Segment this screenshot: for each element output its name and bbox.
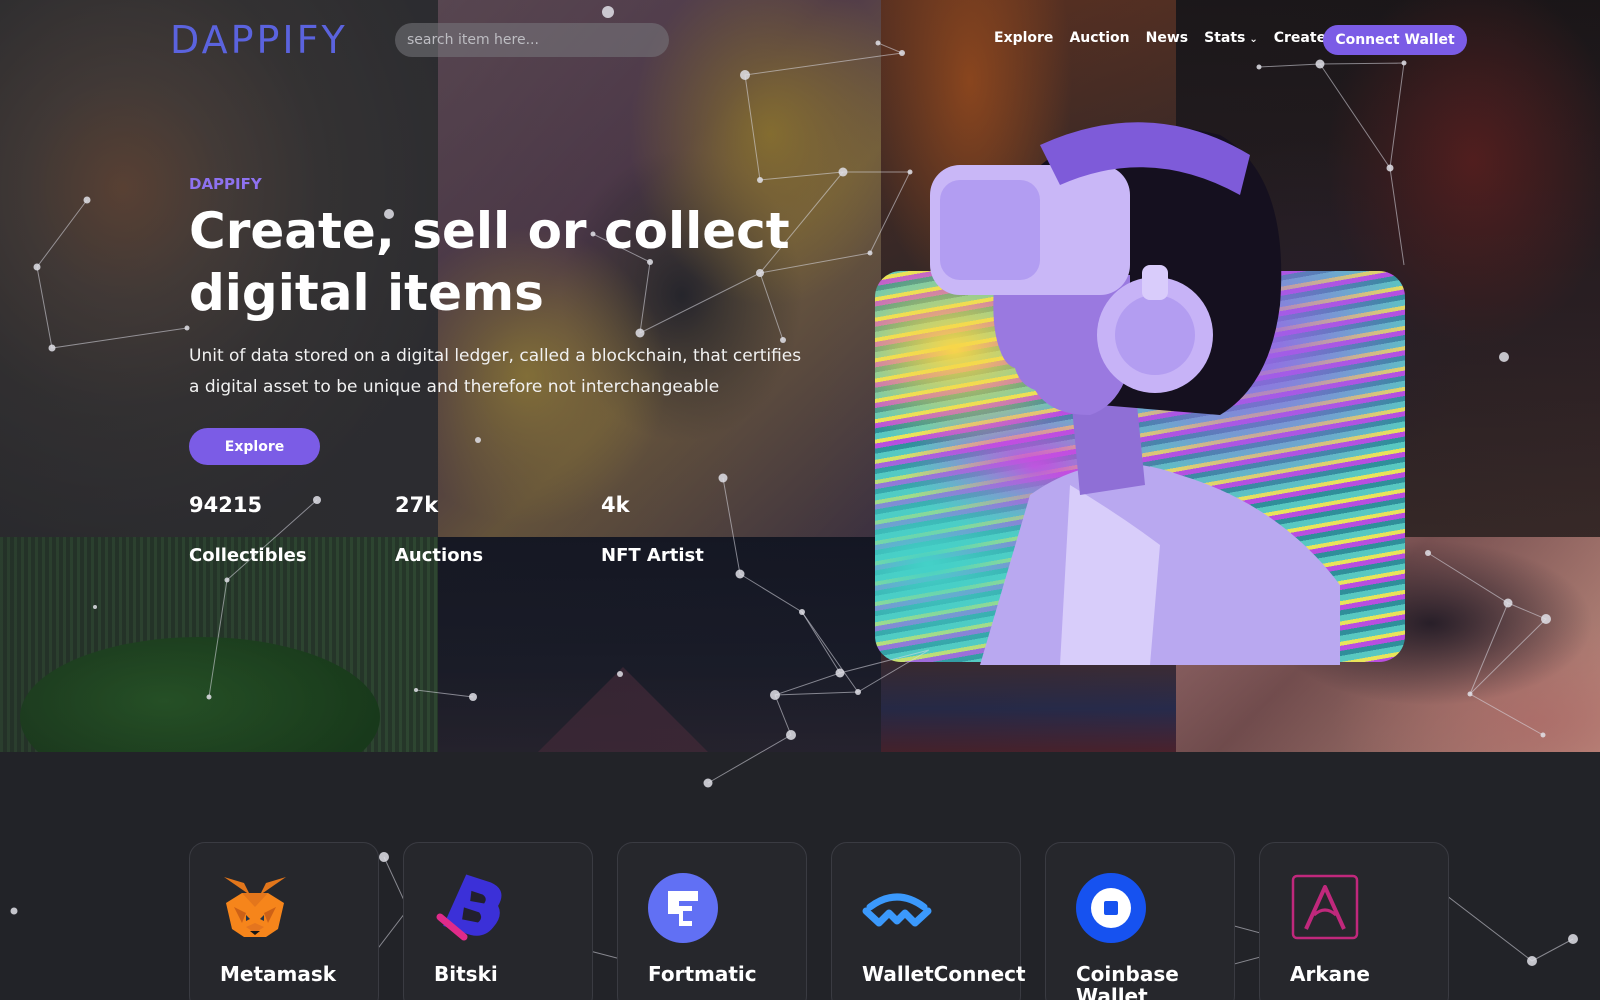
stat-collectibles: 94215 Collectibles xyxy=(189,493,307,566)
wallet-card-arkane[interactable]: Arkane xyxy=(1259,842,1449,1000)
wallet-name: Arkane xyxy=(1290,962,1370,986)
main-menu: Explore Auction News Stats ⌄ Create xyxy=(994,30,1326,46)
wallet-name: WalletConnect xyxy=(862,962,1026,986)
wallet-name: Fortmatic xyxy=(648,962,757,986)
walletconnect-icon xyxy=(862,893,932,927)
chevron-down-icon: ⌄ xyxy=(1249,34,1258,45)
nav-news[interactable]: News xyxy=(1146,30,1188,46)
wallet-name: Bitski xyxy=(434,962,498,986)
stat-label: Auctions xyxy=(395,545,484,566)
nav-stats[interactable]: Stats ⌄ xyxy=(1204,30,1258,46)
coinbase-icon xyxy=(1076,873,1146,943)
wallet-card-coinbase[interactable]: Coinbase Wallet xyxy=(1045,842,1235,1000)
stat-label: Collectibles xyxy=(189,545,307,566)
nav-create[interactable]: Create xyxy=(1274,30,1326,46)
arkane-icon xyxy=(1291,874,1359,940)
connect-wallet-button[interactable]: Connect Wallet xyxy=(1323,25,1467,55)
top-navigation: DAPPIFY Explore Auction News Stats⌄ Crea… xyxy=(0,0,1600,80)
vr-person-illustration xyxy=(930,122,1340,665)
hero-title: Create, sell or collect digital items xyxy=(189,202,790,322)
wallet-card-metamask[interactable]: Metamask xyxy=(189,842,379,1000)
nav-auction[interactable]: Auction xyxy=(1069,30,1129,46)
fortmatic-icon xyxy=(648,873,718,943)
hero-eyebrow: DAPPIFY xyxy=(189,175,262,193)
stat-label: NFT Artist xyxy=(601,545,704,566)
logo[interactable]: DAPPIFY xyxy=(170,18,348,62)
stat-value: 4k xyxy=(601,493,630,517)
wallet-name: Metamask xyxy=(220,962,337,986)
nav-explore[interactable]: Explore xyxy=(994,30,1053,46)
wallet-name: Coinbase Wallet xyxy=(1076,962,1179,1000)
nav-stats-label: Stats xyxy=(1204,30,1246,46)
bitski-icon xyxy=(436,874,502,941)
hero-subtitle: Unit of data stored on a digital ledger,… xyxy=(189,346,802,397)
wallet-card-fortmatic[interactable]: Fortmatic xyxy=(617,842,807,1000)
wallet-card-bitski[interactable]: Bitski xyxy=(403,842,593,1000)
search-input[interactable] xyxy=(395,23,669,57)
explore-button[interactable]: Explore xyxy=(189,428,320,465)
stat-auctions: 27k Auctions xyxy=(395,493,483,566)
metamask-fox-icon xyxy=(224,877,286,937)
stat-value: 27k xyxy=(395,493,439,517)
stat-value: 94215 xyxy=(189,493,263,517)
wallet-card-walletconnect[interactable]: WalletConnect xyxy=(831,842,1026,1000)
stat-nft-artist: 4k NFT Artist xyxy=(601,493,704,566)
